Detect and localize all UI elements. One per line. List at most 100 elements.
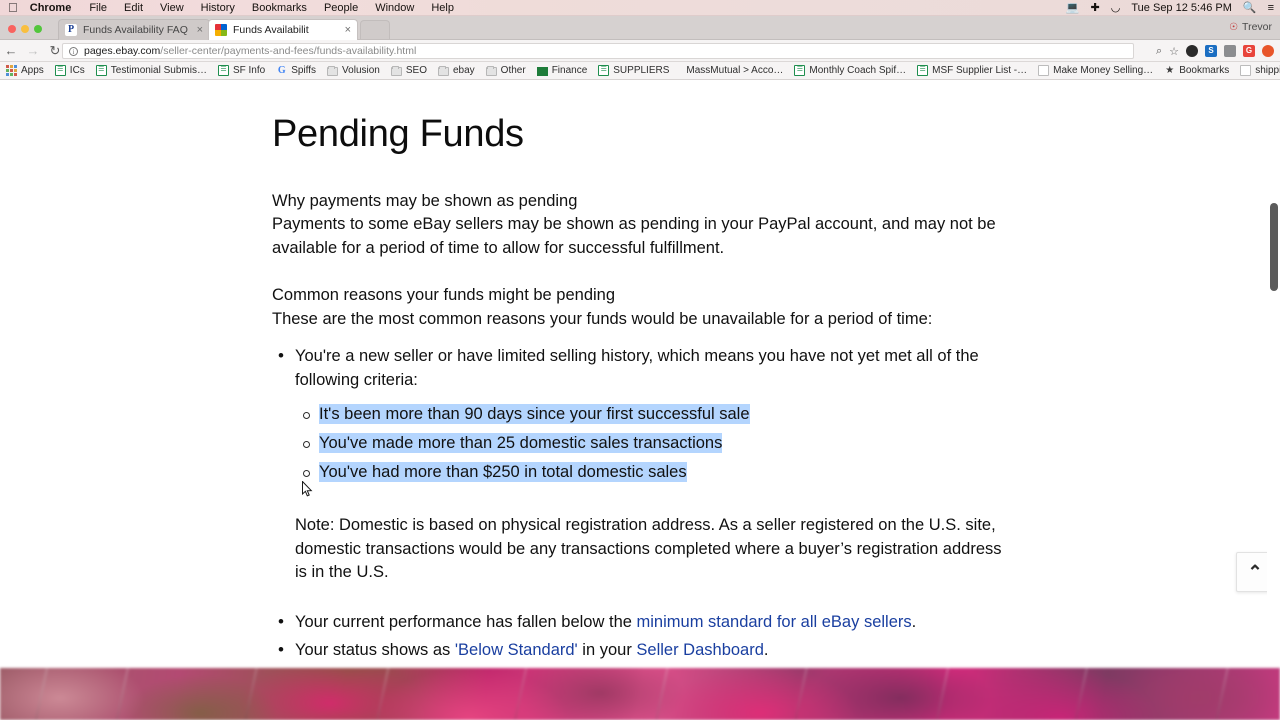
google-icon: G [277, 65, 286, 76]
bookmark-finance[interactable]: Finance [536, 65, 587, 76]
menu-item-people[interactable]: People [324, 2, 358, 14]
background-image-band [0, 668, 1280, 720]
display-icon[interactable]: 💻 [1066, 2, 1080, 14]
bookmarks-bar: Apps ☰ ICs ☰ Testimonial Submis… ☰ SF In… [0, 62, 1280, 80]
menu-item-window[interactable]: Window [375, 2, 414, 14]
bookmark-massmutual[interactable]: MassMutual > Acco… [686, 65, 783, 76]
menu-bar-clock[interactable]: Tue Sep 12 5:46 PM [1131, 2, 1232, 14]
page-title: Pending Funds [272, 113, 524, 155]
bookmark-label: SF Info [232, 65, 266, 76]
extension-dark-icon[interactable] [1186, 45, 1198, 57]
bookmark-sf-info[interactable]: ☰ SF Info [217, 65, 266, 76]
status-text-mid: in your [577, 641, 637, 660]
extension-orange-icon[interactable] [1262, 45, 1274, 57]
bookmark-star-icon[interactable]: ☆ [1169, 45, 1179, 58]
bookmark-ics[interactable]: ☰ ICs [54, 65, 85, 76]
tab-close-icon[interactable]: × [345, 24, 351, 36]
bookmark-bookmarks[interactable]: ★ Bookmarks [1164, 65, 1229, 76]
ebay-favicon [215, 24, 227, 36]
paypal-favicon: P [65, 24, 77, 36]
menu-item-view[interactable]: View [160, 2, 184, 14]
site-info-icon[interactable]: i [69, 46, 78, 56]
tab-title: Funds Availability FAQ – PayPal [83, 24, 189, 36]
list-item-criteria-250-sales: You've had more than $250 in total domes… [295, 458, 1012, 487]
bookmark-spiffs[interactable]: G Spiffs [276, 65, 316, 76]
menu-item-chrome[interactable]: Chrome [30, 2, 72, 14]
new-tab-button[interactable] [360, 20, 390, 39]
bookmark-suppliers[interactable]: ☰ SUPPLIERS [598, 65, 669, 76]
bookmark-folder-ebay[interactable]: ebay [437, 65, 475, 76]
list-item-performance: Your current performance has fallen belo… [272, 610, 1012, 635]
bookmark-folder-volusion[interactable]: Volusion [327, 65, 380, 76]
bookmark-label: Other [500, 65, 526, 76]
bookmark-label: Bookmarks [1179, 65, 1230, 76]
article-content: Pending Funds Why payments may be shown … [272, 113, 1012, 668]
forward-button[interactable]: → [22, 40, 44, 62]
menu-item-history[interactable]: History [201, 2, 235, 14]
url-path: /seller-center/payments-and-fees/funds-a… [160, 45, 417, 57]
tab-close-icon[interactable]: × [197, 24, 203, 36]
list-item-criteria-25-transactions: You've made more than 25 domestic sales … [295, 429, 1012, 458]
bookmark-folder-seo[interactable]: SEO [390, 65, 427, 76]
bookmark-shipping[interactable]: shipping [1240, 65, 1280, 76]
bookmark-apps[interactable]: Apps [6, 65, 44, 76]
profile-avatar-icon: ☉ [1229, 21, 1239, 33]
zoom-magnifier-icon[interactable]: ⌕ [1156, 45, 1162, 58]
extension-red-icon[interactable]: G [1243, 45, 1255, 57]
extension-gray-icon[interactable] [1224, 45, 1236, 57]
list-item-text: You're a new seller or have limited sell… [295, 347, 979, 389]
back-button[interactable]: ← [0, 40, 22, 62]
google-sheets-icon: ☰ [794, 65, 806, 76]
bookmark-monthly-coach-spiffs[interactable]: ☰ Monthly Coach Spif… [794, 65, 906, 76]
tab-funds-availability-faq-paypal[interactable]: P Funds Availability FAQ – PayPal × [58, 19, 210, 40]
macos-menu-bar:  Chrome File Edit View History Bookmark… [0, 0, 1280, 16]
menu-item-file[interactable]: File [89, 2, 107, 14]
window-minimize-button[interactable] [21, 25, 29, 33]
performance-text-post: . [911, 612, 917, 631]
section-common-reasons-heading: Common reasons your funds might be pendi… [272, 286, 616, 305]
green-square-icon [536, 66, 548, 76]
extension-blue-icon[interactable]: S [1205, 45, 1217, 57]
folder-icon [390, 65, 402, 76]
bookmark-label: Volusion [342, 65, 380, 76]
bookmark-testimonial-submissions[interactable]: ☰ Testimonial Submis… [95, 65, 207, 76]
window-zoom-button[interactable] [34, 25, 42, 33]
profile-chip[interactable]: ☉ Trevor [1229, 21, 1272, 33]
bookmark-label: MassMutual > Acco… [686, 65, 784, 76]
apple-menu-icon[interactable]:  [8, 1, 18, 14]
star-icon: ★ [1165, 65, 1175, 76]
link-minimum-standard[interactable]: minimum standard for all eBay sellers [637, 613, 912, 631]
menu-item-edit[interactable]: Edit [124, 2, 143, 14]
folder-icon [485, 65, 497, 76]
page-scrollbar-track[interactable] [1267, 80, 1280, 668]
menu-bar-status-area: 💻 ✚ ◡ Tue Sep 12 5:46 PM 🔍 ≡ [1066, 0, 1274, 16]
google-sheets-icon: ☰ [217, 65, 229, 76]
airplay-icon[interactable]: ✚ [1091, 2, 1100, 14]
bookmark-folder-other[interactable]: Other [485, 65, 526, 76]
status-text-post: . [763, 641, 769, 660]
section-common-reasons-body: These are the most common reasons your f… [272, 309, 933, 328]
menu-item-bookmarks[interactable]: Bookmarks [252, 2, 307, 14]
page-scrollbar-thumb[interactable] [1270, 203, 1278, 291]
google-sheets-icon: ☰ [95, 65, 107, 76]
tab-funds-availability[interactable]: Funds Availability × [208, 19, 358, 40]
apps-grid-icon [6, 65, 17, 76]
bookmark-make-money-selling[interactable]: Make Money Selling… [1038, 65, 1153, 76]
bookmark-msf-supplier-list[interactable]: ☰ MSF Supplier List -… [917, 65, 1027, 76]
folder-icon [437, 65, 449, 76]
browser-tab-strip: P Funds Availability FAQ – PayPal × Fund… [0, 16, 1280, 40]
reasons-list-continued: Your current performance has fallen belo… [272, 610, 1012, 668]
spotlight-search-icon[interactable]: 🔍 [1243, 2, 1257, 14]
toolbar-right-cluster: ⌕ ☆ S G [1156, 40, 1274, 62]
address-bar[interactable]: i pages.ebay.com /seller-center/payments… [62, 43, 1134, 59]
link-below-standard[interactable]: 'Below Standard' [455, 641, 578, 659]
link-seller-dashboard[interactable]: Seller Dashboard [636, 641, 764, 659]
bookmark-label: ICs [69, 65, 85, 76]
bookmark-label: Testimonial Submis… [110, 65, 207, 76]
list-item-below-standard: Your status shows as 'Below Standard' in… [272, 638, 1012, 663]
window-close-button[interactable] [8, 25, 16, 33]
notification-center-icon[interactable]: ≡ [1268, 2, 1274, 14]
wifi-icon[interactable]: ◡ [1111, 2, 1121, 14]
page-icon [1038, 65, 1050, 76]
menu-item-help[interactable]: Help [431, 2, 454, 14]
